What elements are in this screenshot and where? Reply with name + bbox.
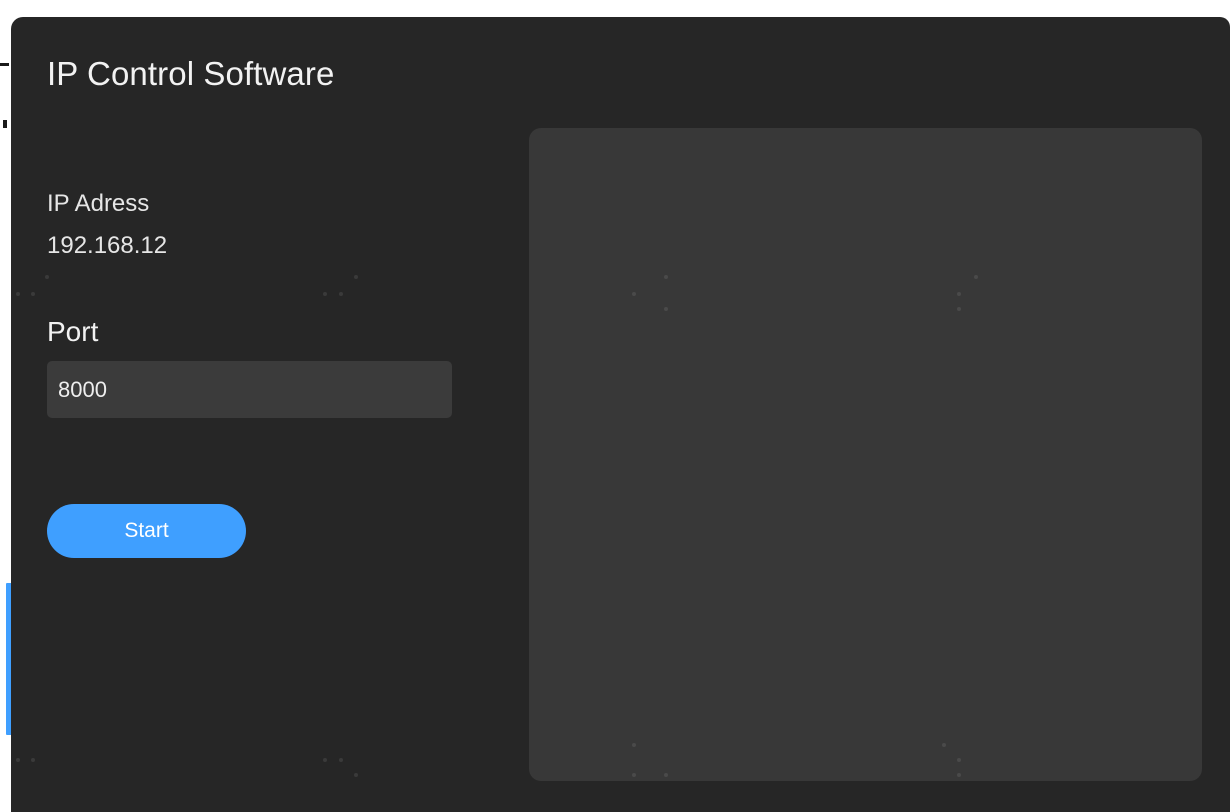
port-label: Port — [47, 316, 99, 347]
background-dot — [957, 758, 961, 762]
background-dot — [323, 758, 327, 762]
background-dot — [323, 292, 327, 296]
background-dot — [664, 773, 668, 777]
background-dot — [664, 307, 668, 311]
background-dot — [632, 773, 636, 777]
app-window: IP Control Software IP Adress 192.168.12… — [11, 17, 1230, 812]
ip-address-value: 192.168.12 — [47, 232, 168, 259]
output-panel — [529, 128, 1202, 781]
background-dot — [942, 743, 946, 747]
background-dot — [957, 292, 961, 296]
background-dot — [354, 275, 358, 279]
app-title: IP Control Software — [47, 55, 335, 92]
background-dot — [16, 758, 20, 762]
background-dot — [974, 275, 978, 279]
background-dot — [354, 773, 358, 777]
background-dot — [45, 275, 49, 279]
background-dot — [339, 758, 343, 762]
background-dot — [632, 743, 636, 747]
start-button[interactable]: Start — [47, 504, 246, 558]
background-dot — [31, 758, 35, 762]
port-input[interactable] — [47, 361, 452, 418]
background-dot — [31, 292, 35, 296]
background-dot — [339, 292, 343, 296]
background-dot — [957, 307, 961, 311]
ip-address-label: IP Adress — [47, 190, 150, 217]
edge-tick — [0, 63, 9, 66]
background-dot — [664, 275, 668, 279]
edge-tick — [3, 120, 7, 128]
background-dot — [632, 292, 636, 296]
background-dot — [16, 292, 20, 296]
background-dot — [957, 773, 961, 777]
